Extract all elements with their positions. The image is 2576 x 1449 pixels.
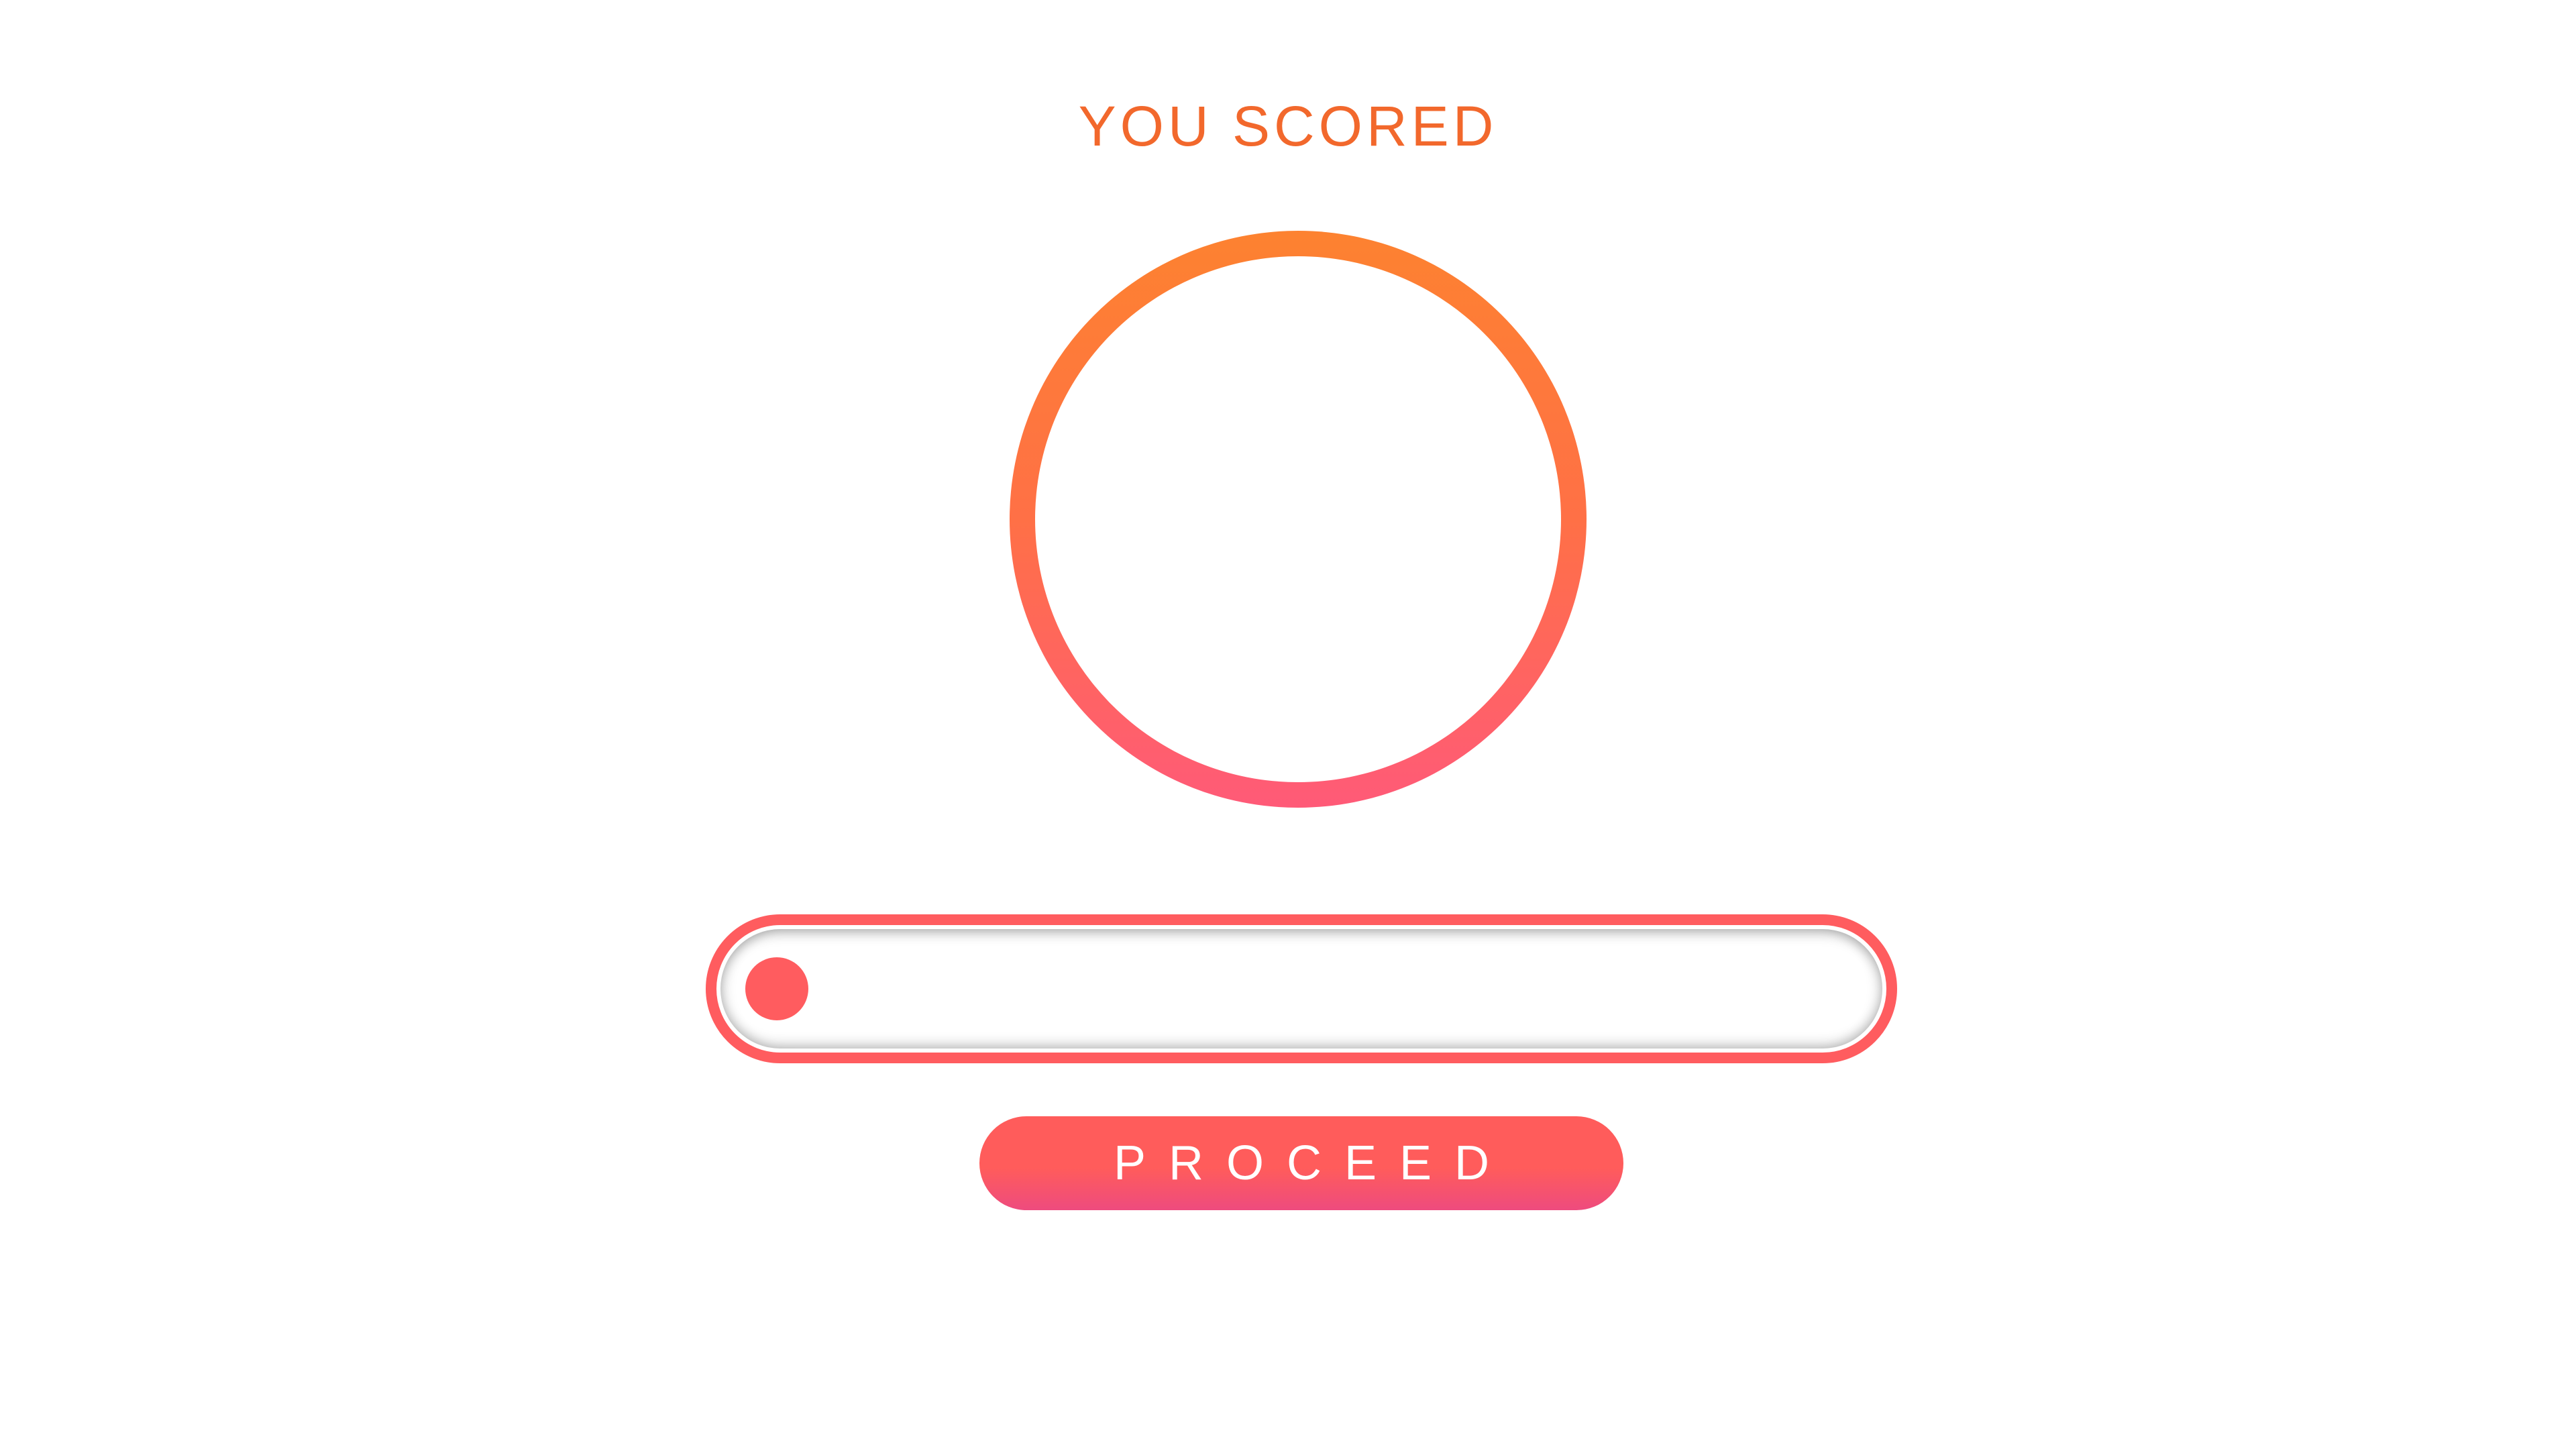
slider-track-groove bbox=[720, 929, 1882, 1049]
proceed-button[interactable]: PROCEED bbox=[979, 1116, 1623, 1210]
score-ring bbox=[1010, 231, 1587, 808]
slider-knob[interactable] bbox=[745, 957, 808, 1020]
score-value bbox=[1035, 256, 1561, 782]
score-ring-center bbox=[1035, 256, 1561, 782]
score-screen: YOU SCORED PROCEED bbox=[0, 0, 2576, 1449]
slider-track[interactable] bbox=[706, 914, 1897, 1063]
score-title: YOU SCORED bbox=[1078, 95, 1498, 158]
